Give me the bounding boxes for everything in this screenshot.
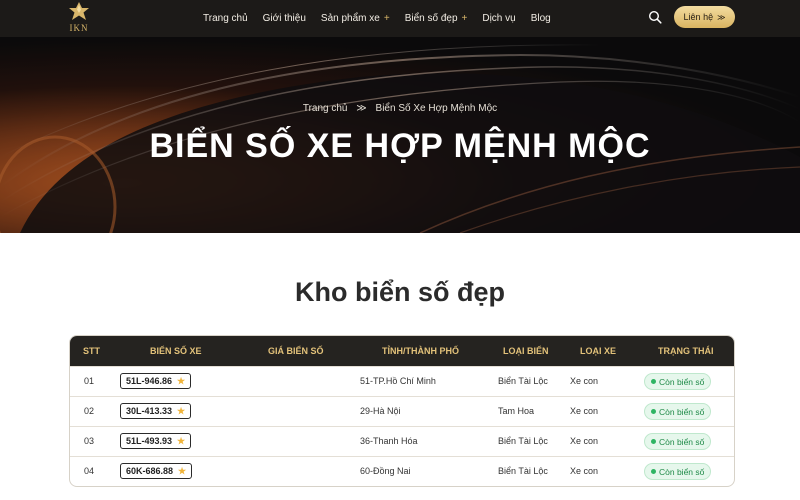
row-plate-type: Biển Tài Lộc: [498, 436, 548, 446]
breadcrumb-home[interactable]: Trang chủ: [303, 103, 348, 114]
column-header-plate-type: Loại biển: [503, 346, 549, 356]
column-header-plate: Biển số xe: [150, 346, 202, 356]
contact-label: Liên hệ: [683, 12, 714, 22]
row-stt: 01: [84, 376, 95, 386]
logo-star-icon: [69, 2, 89, 20]
nav-item-home[interactable]: Trang chủ: [203, 13, 248, 24]
table-row[interactable]: 04 60K-686.88 ★ 60-Đồng Nai Biển Tài Lộc …: [70, 456, 734, 486]
row-city: 29-Hà Nội: [360, 406, 401, 416]
plus-icon: +: [461, 13, 468, 24]
nav-item-products[interactable]: Sản phẩm xe +: [321, 13, 390, 24]
row-vehicle: Xe con: [570, 466, 599, 476]
main-nav: Trang chủ Giới thiệu Sản phẩm xe + Biển s…: [203, 0, 566, 37]
plate-badge[interactable]: 30L-413.33 ★: [120, 403, 192, 419]
nav-item-services[interactable]: Dịch vụ: [482, 13, 515, 24]
nav-item-plates[interactable]: Biển số đẹp +: [405, 13, 468, 24]
column-header-city: Tỉnh/Thành phố: [382, 346, 459, 356]
row-city: 36-Thanh Hóa: [360, 436, 418, 446]
star-icon: ★: [178, 465, 187, 476]
column-header-vehicle: Loại xe: [580, 346, 617, 356]
status-dot-icon: [651, 439, 656, 444]
double-chevron-right-icon: ≫: [717, 12, 726, 22]
column-header-price: Giá biển số: [268, 346, 324, 356]
row-plate-type: Tam Hoa: [498, 406, 535, 416]
breadcrumb-current: Biển Số Xe Hợp Mệnh Mộc: [375, 103, 498, 114]
table-row[interactable]: 01 51L-946.86 ★ 51-TP.Hồ Chí Minh Biển Tà…: [70, 366, 734, 396]
plates-table: STT Biển số xe Giá biển số Tỉnh/Thành ph…: [69, 335, 735, 487]
contact-button[interactable]: Liên hệ ≫: [674, 6, 735, 28]
site-header: IKN Trang chủ Giới thiệu Sản phẩm xe + Bi…: [0, 0, 800, 37]
plate-badge[interactable]: 51L-493.93 ★: [120, 433, 192, 449]
star-icon: ★: [177, 375, 186, 386]
status-dot-icon: [651, 379, 656, 384]
table-header: STT Biển số xe Giá biển số Tỉnh/Thành ph…: [70, 336, 734, 366]
plus-icon: +: [383, 13, 390, 24]
breadcrumb-separator-icon: ≫: [356, 103, 367, 114]
breadcrumb: Trang chủ ≫ Biển Số Xe Hợp Mệnh Mộc: [0, 103, 800, 114]
logo[interactable]: IKN: [66, 2, 92, 33]
search-button[interactable]: [648, 10, 664, 26]
row-vehicle: Xe con: [570, 436, 599, 446]
nav-item-about[interactable]: Giới thiệu: [263, 13, 306, 24]
status-badge: Còn biển số: [644, 433, 712, 450]
search-icon: [648, 10, 662, 24]
status-dot-icon: [651, 409, 656, 414]
star-icon: ★: [177, 405, 186, 416]
status-badge: Còn biển số: [644, 373, 712, 390]
status-dot-icon: [651, 469, 656, 474]
section-title: Kho biển số đẹp: [294, 277, 505, 307]
status-badge: Còn biển số: [644, 463, 712, 480]
table-row[interactable]: 03 51L-493.93 ★ 36-Thanh Hóa Biển Tài Lộc…: [70, 426, 734, 456]
plate-badge[interactable]: 60K-686.88 ★: [120, 463, 193, 479]
row-city: 60-Đồng Nai: [360, 466, 411, 476]
row-stt: 02: [84, 406, 95, 416]
column-header-status: Trạng thái: [658, 346, 714, 356]
status-badge: Còn biển số: [644, 403, 712, 420]
row-plate-type: Biển Tài Lộc: [498, 376, 548, 386]
plate-badge[interactable]: 51L-946.86 ★: [120, 373, 192, 389]
row-stt: 04: [84, 466, 95, 476]
column-header-stt: STT: [83, 346, 100, 356]
table-row[interactable]: 02 30L-413.33 ★ 29-Hà Nội Tam Hoa Xe con …: [70, 396, 734, 426]
row-plate-type: Biển Tài Lộc: [498, 466, 548, 476]
nav-item-blog[interactable]: Blog: [531, 13, 551, 24]
hero-banner: Trang chủ ≫ Biển Số Xe Hợp Mệnh Mộc BIỂN…: [0, 37, 800, 233]
row-vehicle: Xe con: [570, 406, 599, 416]
page-title: BIỂN SỐ XE HỢP MỆNH MỘC: [149, 127, 651, 165]
row-vehicle: Xe con: [570, 376, 599, 386]
row-city: 51-TP.Hồ Chí Minh: [360, 376, 436, 386]
star-icon: ★: [177, 435, 186, 446]
logo-text: IKN: [69, 23, 89, 33]
row-stt: 03: [84, 436, 95, 446]
